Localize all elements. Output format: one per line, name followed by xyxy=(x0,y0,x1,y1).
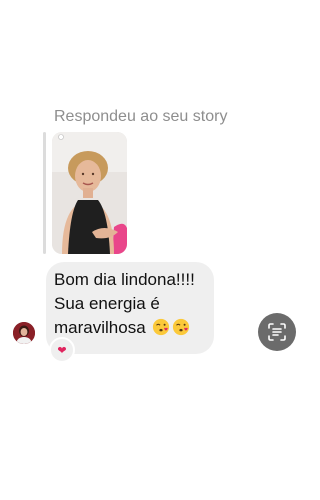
scan-text-icon xyxy=(268,323,286,341)
story-image xyxy=(52,132,127,254)
heart-icon: ❤ xyxy=(57,344,67,357)
scan-text-button[interactable] xyxy=(258,313,296,351)
avatar-image xyxy=(13,322,35,344)
story-reply-label: Respondeu ao seu story xyxy=(54,108,228,125)
message-line-3-wrap: maravilhosa xyxy=(54,316,206,340)
message-line-3: maravilhosa xyxy=(54,318,146,337)
message-line-1: Bom dia lindona!!!! xyxy=(54,270,195,289)
kissing-face-with-heart-emoji xyxy=(173,318,190,336)
message-line-2: Sua energia é xyxy=(54,294,160,313)
sender-avatar[interactable] xyxy=(13,322,35,344)
reaction-badge[interactable]: ❤ xyxy=(49,337,75,363)
reply-indicator-line xyxy=(43,132,46,254)
story-thumbnail[interactable] xyxy=(52,132,127,254)
kissing-face-with-heart-emoji xyxy=(153,318,170,336)
